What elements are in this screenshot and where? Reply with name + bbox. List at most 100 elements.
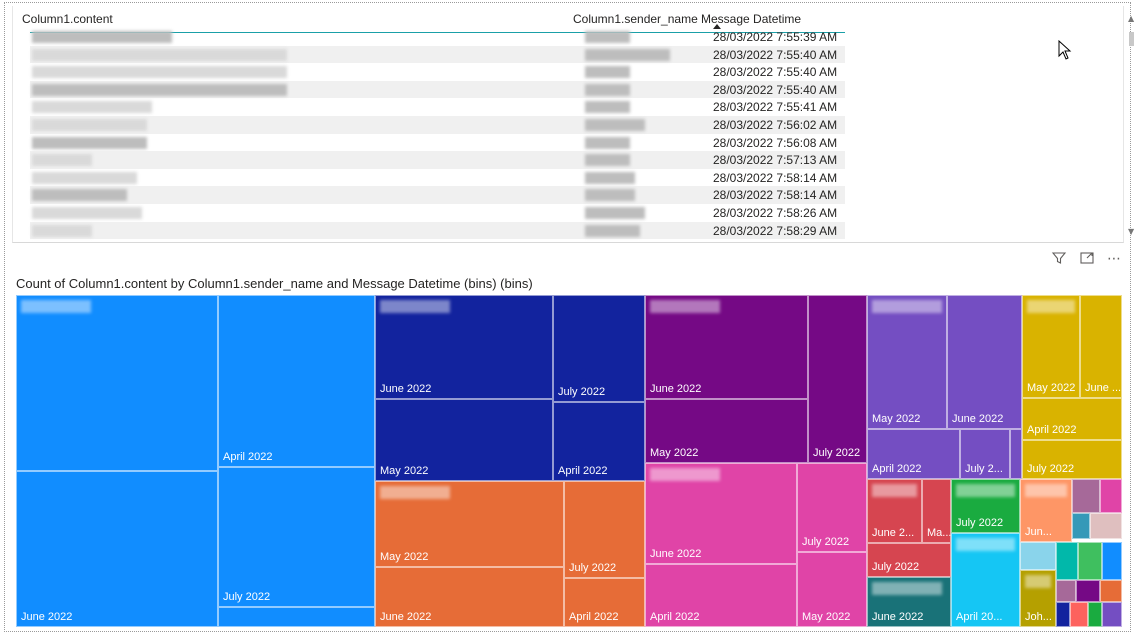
- treemap-cell[interactable]: June ...: [1080, 295, 1122, 398]
- scroll-down-icon[interactable]: ▼: [1128, 227, 1134, 236]
- treemap-cell[interactable]: [1056, 542, 1078, 580]
- message-datetime-cell: 28/03/2022 7:55:41 AM: [713, 100, 838, 115]
- table-row[interactable]: 28/03/2022 7:56:02 AM: [30, 116, 845, 134]
- treemap-cell[interactable]: June 2022: [947, 295, 1022, 429]
- treemap-cell[interactable]: [1070, 602, 1088, 627]
- message-datetime-cell: 28/03/2022 7:56:08 AM: [713, 135, 838, 150]
- table-row[interactable]: 28/03/2022 7:58:29 AM: [30, 221, 845, 240]
- treemap-cell[interactable]: June 2022: [645, 463, 797, 564]
- treemap-cell[interactable]: July 2022: [553, 295, 645, 402]
- table-row[interactable]: 28/03/2022 7:55:39 AM: [30, 28, 845, 46]
- treemap-cell[interactable]: [1100, 580, 1122, 602]
- table-row[interactable]: 28/03/2022 7:56:08 AM: [30, 134, 845, 152]
- redacted-sender-name: [585, 48, 670, 61]
- message-datetime-cell: 28/03/2022 7:55:40 AM: [713, 65, 838, 80]
- scroll-thumb[interactable]: [1129, 32, 1134, 46]
- treemap-cell[interactable]: April 2022: [564, 578, 645, 627]
- treemap-chart[interactable]: June 2022 April 2022 July 2022 June 2022 May…: [16, 295, 1122, 627]
- treemap-cell[interactable]: July 2022: [797, 463, 867, 552]
- redacted-sender-label: [872, 582, 942, 595]
- treemap-cell[interactable]: July 2022: [218, 467, 375, 607]
- filter-icon[interactable]: [1050, 250, 1068, 268]
- treemap-cell[interactable]: April 2022: [645, 564, 797, 627]
- treemap-cell[interactable]: July 2022: [951, 479, 1020, 533]
- treemap-cell[interactable]: May 2022: [375, 399, 553, 481]
- redacted-content: [32, 31, 172, 43]
- treemap-cell[interactable]: [1020, 542, 1056, 570]
- treemap-cell-label: June 2022: [952, 413, 1004, 425]
- treemap-cell[interactable]: [1078, 542, 1102, 580]
- treemap-cell[interactable]: July 2022: [1022, 440, 1122, 479]
- redacted-sender-label: [956, 538, 1015, 551]
- treemap-cell[interactable]: July 2022: [808, 295, 867, 463]
- table-row[interactable]: 28/03/2022 7:55:41 AM: [30, 98, 845, 116]
- treemap-cell[interactable]: July 2022: [867, 543, 951, 577]
- treemap-cell[interactable]: [16, 295, 218, 471]
- redacted-content: [32, 154, 92, 167]
- treemap-cell[interactable]: June 2022: [375, 295, 553, 399]
- treemap-cell[interactable]: [1056, 580, 1076, 602]
- redacted-sender-label: [1027, 300, 1075, 313]
- treemap-cell-label: April 2022: [650, 611, 700, 623]
- table-row[interactable]: 28/03/2022 7:58:26 AM: [30, 204, 845, 222]
- treemap-cell[interactable]: [1102, 602, 1122, 627]
- treemap-cell-label: April 2022: [569, 611, 619, 623]
- treemap-cell[interactable]: Joh...: [1020, 570, 1056, 627]
- treemap-cell[interactable]: [1088, 602, 1102, 627]
- redacted-sender-label: [650, 468, 720, 481]
- treemap-cell[interactable]: May 2022: [797, 552, 867, 627]
- treemap-cell-label: July 2022: [872, 561, 920, 573]
- treemap-cell[interactable]: Ma...: [922, 479, 951, 543]
- treemap-cell-label: July 2022: [813, 447, 861, 459]
- table-row[interactable]: 28/03/2022 7:55:40 AM: [30, 80, 845, 99]
- table-row[interactable]: 28/03/2022 7:58:14 AM: [30, 186, 845, 204]
- treemap-cell-label: July 2...: [965, 463, 1003, 475]
- treemap-cell[interactable]: April 2022: [1022, 398, 1122, 440]
- treemap-cell[interactable]: April 2022: [553, 402, 645, 481]
- treemap-cell[interactable]: April 2022: [867, 429, 960, 479]
- treemap-cell[interactable]: [1076, 580, 1100, 602]
- treemap-cell[interactable]: May 2022: [375, 481, 564, 567]
- focus-mode-icon[interactable]: [1078, 250, 1096, 268]
- column-header-content[interactable]: Column1.content: [22, 12, 113, 26]
- redacted-sender-label: [872, 484, 917, 497]
- treemap-cell[interactable]: April 20...: [951, 533, 1020, 627]
- table-row[interactable]: 28/03/2022 7:57:13 AM: [30, 151, 845, 169]
- treemap-cell[interactable]: [1072, 479, 1100, 513]
- treemap-cell[interactable]: [1010, 429, 1022, 479]
- treemap-cell[interactable]: June 2022: [645, 295, 808, 399]
- table-row[interactable]: 28/03/2022 7:55:40 AM: [30, 45, 845, 64]
- table-visual[interactable]: Column1.content Column1.sender_name Mess…: [12, 6, 1134, 243]
- message-datetime-cell: 28/03/2022 7:58:14 AM: [713, 170, 838, 185]
- treemap-cell[interactable]: [218, 607, 375, 627]
- treemap-cell[interactable]: June 2022: [16, 471, 218, 627]
- table-row[interactable]: 28/03/2022 7:55:40 AM: [30, 63, 845, 81]
- table-row[interactable]: 28/03/2022 7:58:14 AM: [30, 169, 845, 187]
- message-datetime-cell: 28/03/2022 7:58:29 AM: [713, 223, 838, 238]
- redacted-sender-label: [380, 300, 450, 313]
- treemap-cell[interactable]: April 2022: [218, 295, 375, 467]
- treemap-cell-label: May 2022: [1027, 382, 1076, 394]
- treemap-cell-label: April 2022: [558, 465, 608, 477]
- treemap-cell[interactable]: [1102, 542, 1122, 580]
- treemap-cell-label: July 2022: [569, 562, 617, 574]
- treemap-cell-label: Joh...: [1025, 611, 1052, 623]
- column-header-sender-name[interactable]: Column1.sender_name: [573, 12, 698, 26]
- treemap-cell[interactable]: [1100, 479, 1122, 513]
- scroll-up-icon[interactable]: ▲: [1128, 14, 1134, 23]
- treemap-cell[interactable]: May 2022: [1022, 295, 1080, 398]
- treemap-cell[interactable]: [1090, 513, 1122, 539]
- treemap-cell[interactable]: [1072, 513, 1090, 539]
- treemap-cell[interactable]: [1056, 602, 1070, 627]
- treemap-cell[interactable]: Jun...: [1020, 479, 1072, 542]
- treemap-cell[interactable]: June 2022: [867, 577, 951, 627]
- treemap-cell[interactable]: May 2022: [867, 295, 947, 429]
- treemap-cell[interactable]: June 2...: [867, 479, 922, 543]
- vertical-scrollbar[interactable]: ▲ ▼: [1125, 14, 1137, 236]
- treemap-cell[interactable]: July 2...: [960, 429, 1010, 479]
- treemap-cell[interactable]: May 2022: [645, 399, 808, 463]
- treemap-cell[interactable]: June 2022: [375, 567, 564, 627]
- more-options-icon[interactable]: ⋯: [1105, 250, 1123, 268]
- treemap-cell[interactable]: July 2022: [564, 481, 645, 578]
- redacted-sender-name: [585, 189, 635, 202]
